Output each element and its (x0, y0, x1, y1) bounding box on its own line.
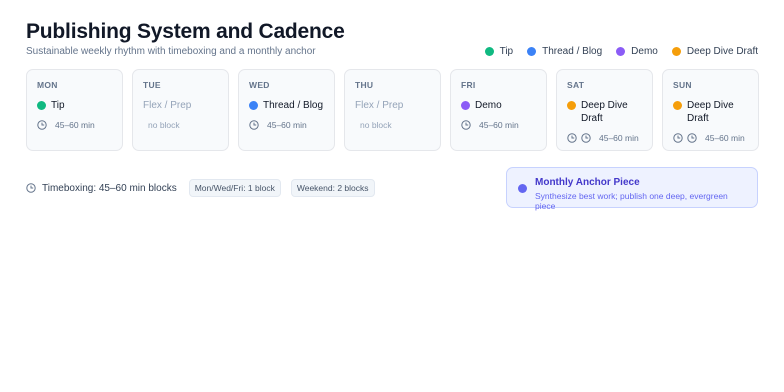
day-meta: 45–60 min (461, 120, 536, 130)
day-card-thu: THU Flex / Prep no block (344, 69, 441, 151)
day-task: Deep Dive Draft (567, 99, 642, 125)
timeboxing-chip-weekday: Mon/Wed/Fri: 1 block (188, 179, 281, 197)
day-card-wed: WED Thread / Blog 45–60 min (238, 69, 335, 151)
legend: Tip Thread / Blog Demo Deep Dive Draft (484, 46, 758, 57)
page-subtitle: Sustainable weekly rhythm with timeboxin… (26, 46, 316, 57)
legend-item: Demo (616, 46, 658, 57)
anchor-subtitle: Synthesize best work; publish one deep, … (535, 191, 728, 211)
day-task-label: Flex / Prep (355, 100, 404, 111)
day-card-fri: FRI Demo 45–60 min (450, 69, 547, 151)
legend-label: Thread / Blog (542, 46, 603, 57)
day-task: Tip (37, 99, 112, 112)
task-dot (461, 101, 470, 110)
clock-icon (26, 183, 36, 193)
day-task: Demo (461, 99, 536, 112)
legend-item: Deep Dive Draft (671, 46, 758, 57)
clock-icon (461, 120, 471, 130)
clock-icon (687, 133, 697, 143)
task-dot (567, 101, 576, 110)
day-task: Deep Dive Draft (673, 99, 748, 125)
legend-label: Tip (499, 46, 514, 57)
day-task-label: Deep Dive Draft (581, 100, 628, 124)
legend-label: Deep Dive Draft (686, 46, 758, 57)
task-dot (249, 101, 258, 110)
day-task-label: Tip (51, 100, 65, 111)
legend-item: Thread / Blog (527, 46, 602, 57)
day-duration: 45–60 min (599, 133, 639, 143)
day-meta: 45–60 min (673, 133, 748, 143)
day-name: MON (37, 80, 58, 90)
clock-icon (249, 120, 259, 130)
day-task: Thread / Blog (249, 99, 324, 112)
day-duration: 45–60 min (705, 133, 745, 143)
legend-dot (671, 47, 681, 56)
timeboxing-row: Timeboxing: 45–60 min blocks Mon/Wed/Fri… (26, 179, 379, 197)
monthly-anchor-card: Monthly Anchor Piece Synthesize best wor… (506, 167, 758, 211)
day-card-sat: SAT Deep Dive Draft 45–60 min (556, 69, 653, 151)
day-meta: no block (355, 120, 430, 130)
anchor-dot (518, 184, 527, 193)
day-meta: 45–60 min (37, 120, 112, 130)
day-task-label: Thread / Blog (263, 100, 324, 111)
clock-icon (37, 120, 47, 130)
task-dot (673, 101, 682, 110)
day-name: SAT (567, 80, 585, 90)
anchor-title: Monthly Anchor Piece (535, 177, 640, 188)
day-duration: no block (360, 120, 392, 130)
day-name: THU (355, 80, 374, 90)
legend-dot (484, 47, 494, 56)
clock-icon (567, 133, 577, 143)
day-duration: 45–60 min (267, 120, 307, 130)
day-name: FRI (461, 80, 476, 90)
page-title: Publishing System and Cadence (26, 20, 345, 43)
day-card-mon: MON Tip 45–60 min (26, 69, 123, 151)
day-name: TUE (143, 80, 161, 90)
day-meta: no block (143, 120, 218, 130)
day-task: Flex / Prep (143, 99, 218, 112)
clock-icon (673, 133, 683, 143)
day-task-label: Demo (475, 100, 502, 111)
day-card-sun: SUN Deep Dive Draft 45–60 min (662, 69, 759, 151)
task-dot (37, 101, 46, 110)
day-name: WED (249, 80, 270, 90)
day-duration: no block (148, 120, 180, 130)
clock-icon (581, 133, 591, 143)
day-card-tue: TUE Flex / Prep no block (132, 69, 229, 151)
timeboxing-label: Timeboxing: 45–60 min blocks (42, 182, 177, 194)
day-meta: 45–60 min (567, 133, 642, 143)
day-task-label: Deep Dive Draft (687, 100, 734, 124)
day-meta: 45–60 min (249, 120, 324, 130)
legend-dot (616, 47, 626, 56)
legend-dot (527, 47, 537, 56)
legend-label: Demo (631, 46, 658, 57)
day-task-label: Flex / Prep (143, 100, 192, 111)
day-duration: 45–60 min (479, 120, 519, 130)
week-days: MON Tip 45–60 min TUE Flex / Prep no block WED… (26, 69, 759, 151)
day-task: Flex / Prep (355, 99, 430, 112)
legend-item: Tip (484, 46, 514, 57)
timeboxing-chip-weekend: Weekend: 2 blocks (290, 179, 375, 197)
day-duration: 45–60 min (55, 120, 95, 130)
day-name: SUN (673, 80, 692, 90)
